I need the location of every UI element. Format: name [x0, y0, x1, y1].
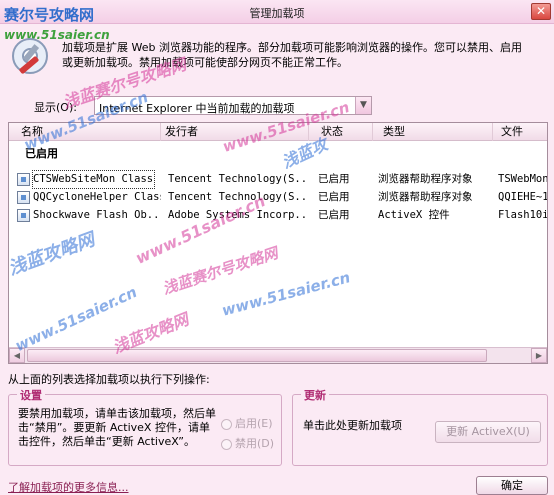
row-publisher: Tencent Technology(S... [168, 191, 308, 203]
close-button[interactable]: ✕ [531, 3, 551, 20]
row-name: QQCycloneHelper Class [33, 191, 161, 203]
addon-icon [17, 173, 30, 186]
show-dropdown[interactable]: Internet Explorer 中当前加载的加载项 ▼ [94, 96, 372, 115]
chevron-down-icon[interactable]: ▼ [355, 97, 371, 114]
addons-list[interactable]: 名称 发行者 状态 类型 文件 已启用 CTSWebSiteMon Class … [8, 122, 548, 364]
enable-radio-label: 启用(E) [235, 417, 273, 430]
column-header-type[interactable]: 类型 [373, 123, 493, 141]
disable-radio[interactable]: 禁用(D) [221, 435, 275, 450]
column-header-name[interactable]: 名称 [9, 123, 161, 141]
table-row[interactable]: QQCycloneHelper Class Tencent Technology… [9, 189, 548, 206]
row-name: CTSWebSiteMon Class [32, 170, 155, 189]
column-header-publisher[interactable]: 发行者 [161, 123, 309, 141]
row-status: 已启用 [318, 209, 350, 221]
settings-group: 设置 要禁用加载项，请单击该加载项，然后单击“禁用”。要更新 ActiveX 控… [8, 387, 282, 466]
enable-radio[interactable]: 启用(E) [221, 415, 273, 430]
more-info-link[interactable]: 了解加载项的更多信息... [8, 479, 129, 495]
intro-text: 加载项是扩展 Web 浏览器功能的程序。部分加载项可能影响浏览器的操作。您可以禁… [62, 41, 522, 69]
row-publisher: Adobe Systems Incorp... [168, 209, 308, 221]
row-type: 浏览器帮助程序对象 [378, 173, 473, 185]
row-status: 已启用 [318, 191, 350, 203]
show-label: 显示(O): [34, 101, 77, 114]
update-group: 更新 单击此处更新加载项 更新 ActiveX(U) [292, 387, 548, 466]
row-type: 浏览器帮助程序对象 [378, 191, 473, 203]
row-file: TSWebMon... [498, 173, 548, 185]
row-file: QQIEHE~1... [498, 191, 548, 203]
horizontal-scrollbar[interactable]: ◀ ▶ [9, 347, 547, 363]
show-dropdown-value: Internet Explorer 中当前加载的加载项 [99, 102, 295, 115]
list-header: 名称 发行者 状态 类型 文件 [9, 123, 547, 141]
disable-radio-label: 禁用(D) [235, 437, 275, 450]
row-type: ActiveX 控件 [378, 209, 450, 221]
row-file: Flash10i... [498, 209, 548, 221]
radio-circle-icon [221, 438, 232, 450]
table-row[interactable]: CTSWebSiteMon Class Tencent Technology(S… [9, 170, 548, 189]
settings-description: 要禁用加载项，请单击该加载项，然后单击“禁用”。要更新 ActiveX 控件，请… [18, 407, 216, 448]
scrollbar-thumb[interactable] [27, 349, 487, 362]
update-activex-button[interactable]: 更新 ActiveX(U) [435, 421, 541, 443]
radio-circle-icon [221, 418, 232, 430]
title-bar[interactable]: 管理加载项 ✕ [0, 0, 554, 24]
addon-icon [17, 191, 30, 204]
scroll-left-icon[interactable]: ◀ [9, 348, 25, 363]
update-group-title: 更新 [301, 387, 329, 403]
addon-icon [17, 209, 30, 222]
ok-button[interactable]: 确定 [476, 476, 548, 495]
table-row[interactable]: Shockwave Flash Ob... Adobe Systems Inco… [9, 207, 548, 224]
window-title: 管理加载项 [249, 7, 305, 20]
row-publisher: Tencent Technology(S... [168, 173, 308, 185]
column-header-file[interactable]: 文件 [493, 123, 547, 141]
addons-icon [12, 38, 48, 74]
manage-addons-window: 管理加载项 ✕ 赛尔号攻略网 www.51saier.cn 加载项是扩展 Web… [0, 0, 554, 495]
scroll-right-icon[interactable]: ▶ [531, 348, 547, 363]
update-description: 单击此处更新加载项 [303, 419, 402, 432]
settings-group-title: 设置 [17, 387, 45, 403]
column-header-status[interactable]: 状态 [309, 123, 373, 141]
group-label-enabled: 已启用 [25, 147, 58, 160]
row-name: Shockwave Flash Ob... [33, 209, 161, 221]
show-filter-row: 显示(O): Internet Explorer 中当前加载的加载项 ▼ [8, 96, 548, 116]
instruction-text: 从上面的列表选择加载项以执行下列操作: [8, 373, 210, 386]
row-status: 已启用 [318, 173, 350, 185]
